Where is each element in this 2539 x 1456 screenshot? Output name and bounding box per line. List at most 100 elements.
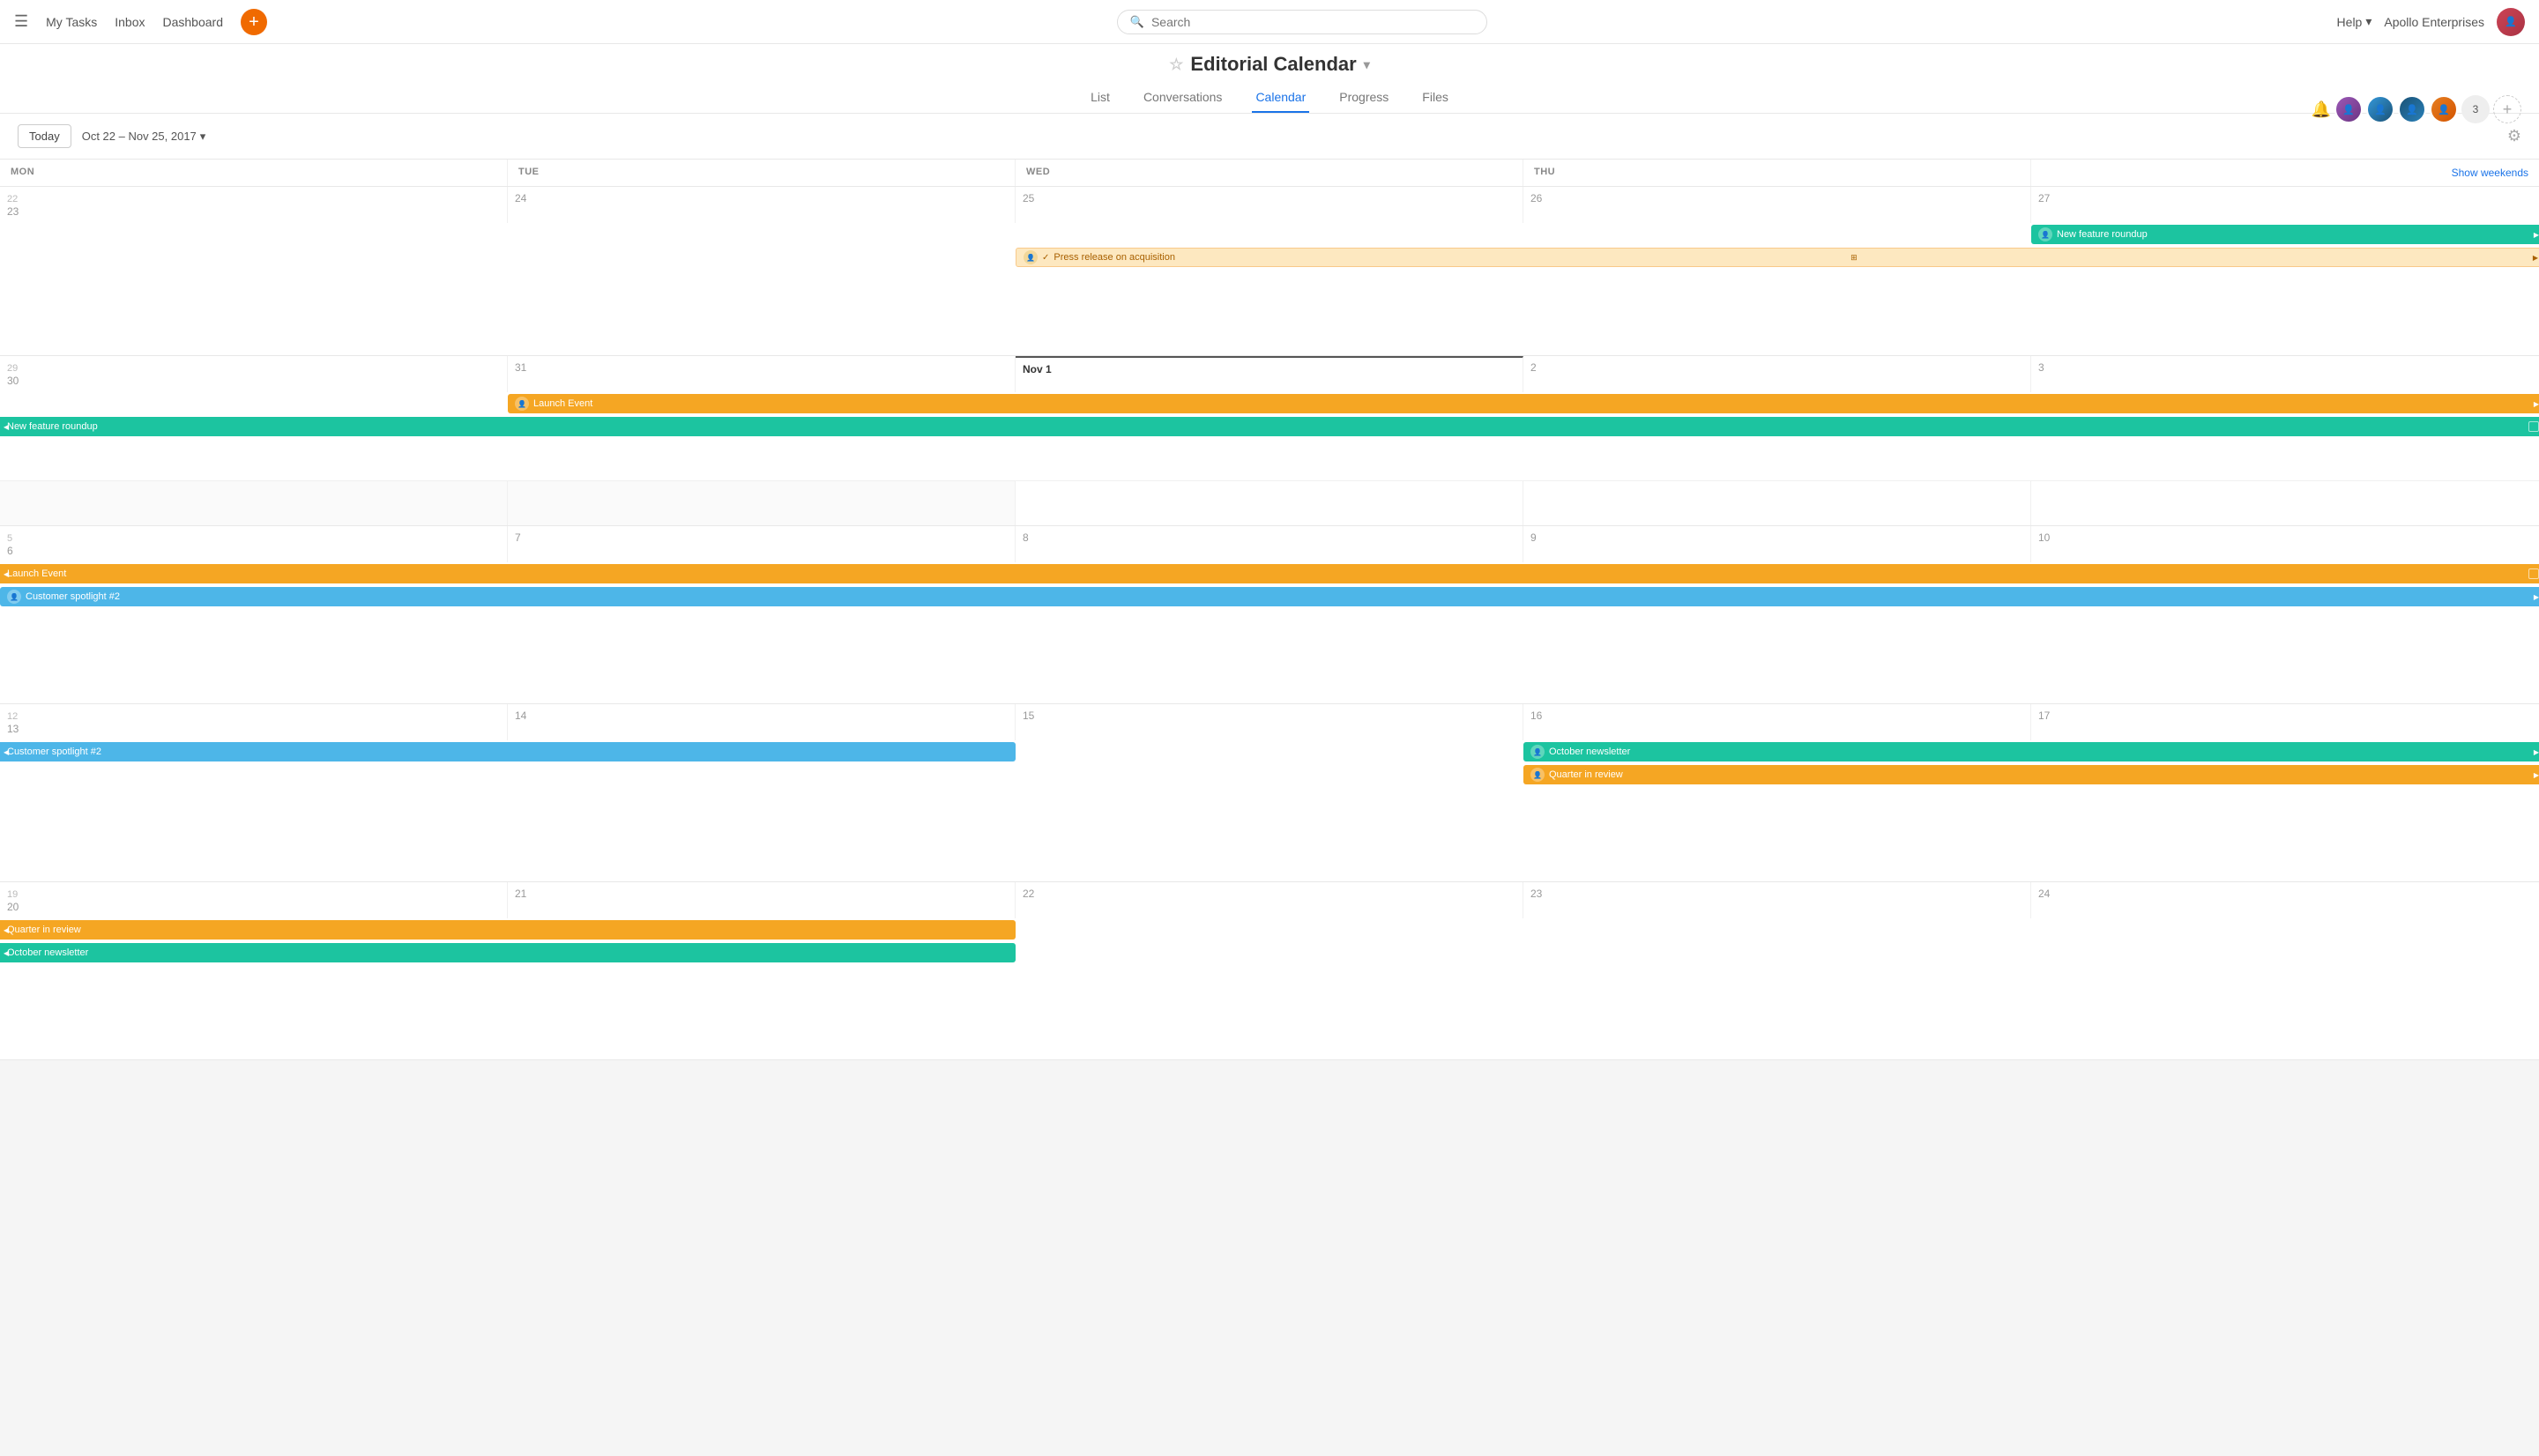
date-cell: 2 bbox=[1523, 356, 2031, 392]
day-number: 24 bbox=[2038, 888, 2532, 900]
event-press-release[interactable]: 👤 ✓ Press release on acquisition ⊞ bbox=[1016, 248, 2539, 267]
day-number: 23 bbox=[7, 205, 500, 218]
day-number: 2 bbox=[1530, 361, 2023, 374]
day-number: 7 bbox=[515, 531, 1008, 544]
collaborator-avatar-2[interactable]: 👤 bbox=[2366, 95, 2394, 123]
day-number: 15 bbox=[1023, 709, 1515, 722]
day-number: 20 bbox=[7, 901, 500, 913]
star-icon[interactable]: ☆ bbox=[1169, 56, 1183, 74]
event-row: ◀ Launch Event bbox=[0, 562, 2539, 585]
chevron-down-icon: ▾ bbox=[2365, 14, 2371, 29]
day-number: 26 bbox=[1530, 192, 2023, 204]
event-quarter-in-review-2[interactable]: ◀ Quarter in review bbox=[0, 920, 1016, 940]
day-number: 10 bbox=[2038, 531, 2532, 544]
day-number: 3 bbox=[2038, 361, 2532, 374]
day-number: 13 bbox=[7, 723, 500, 735]
add-collaborator-button[interactable]: + bbox=[2493, 95, 2521, 123]
event-label: Launch Event bbox=[533, 398, 592, 409]
tab-files[interactable]: Files bbox=[1418, 83, 1452, 113]
date-cell: 21 bbox=[508, 882, 1016, 918]
span-cell: 👤 Launch Event bbox=[508, 394, 2539, 413]
day-number: 23 bbox=[1530, 888, 2023, 900]
event-avatar: 👤 bbox=[1530, 745, 1545, 759]
event-october-newsletter-2[interactable]: ◀ October newsletter bbox=[0, 943, 1016, 962]
event-new-feature-roundup[interactable]: 👤 New feature roundup bbox=[2031, 225, 2539, 244]
nav-inbox[interactable]: Inbox bbox=[115, 15, 145, 29]
collaborator-avatar-4[interactable]: 👤 bbox=[2430, 95, 2458, 123]
event-customer-spotlight[interactable]: 👤 Customer spotlight #2 bbox=[0, 587, 2539, 606]
help-button[interactable]: Help ▾ bbox=[2337, 14, 2372, 29]
calendar-grid: MON TUE WED THU Show weekends 22 23 24 2… bbox=[0, 160, 2539, 1060]
date-range-chevron: ▾ bbox=[200, 130, 206, 144]
day-number: 30 bbox=[7, 375, 500, 387]
event-label: Press release on acquisition bbox=[1054, 252, 1175, 263]
date-cell: 19 20 bbox=[0, 882, 508, 918]
event-october-newsletter[interactable]: 👤 October newsletter bbox=[1523, 742, 2539, 761]
event-launch-event[interactable]: 👤 Launch Event bbox=[508, 394, 2539, 413]
week-2-events: 👤 Launch Event ◀ New feature roundup bbox=[0, 392, 2539, 480]
collaborator-count[interactable]: 3 bbox=[2461, 95, 2490, 123]
event-avatar: 👤 bbox=[515, 397, 529, 411]
date-cell: 31 bbox=[508, 356, 1016, 392]
week-2-outside bbox=[0, 480, 2539, 525]
nav-my-tasks[interactable]: My Tasks bbox=[46, 15, 97, 29]
search-area: 🔍 bbox=[285, 10, 2319, 34]
tab-calendar[interactable]: Calendar bbox=[1252, 83, 1309, 113]
span-cell bbox=[1016, 920, 2539, 940]
date-cell: 26 bbox=[1523, 187, 2031, 223]
event-launch-event-2[interactable]: ◀ Launch Event bbox=[0, 564, 2539, 583]
collaborator-avatar-3[interactable]: 👤 bbox=[2398, 95, 2426, 123]
bell-icon[interactable]: 🔔 bbox=[2312, 100, 2331, 119]
event-avatar: 👤 bbox=[2038, 227, 2052, 241]
event-row: ◀ October newsletter bbox=[0, 941, 2539, 964]
calendar-header: MON TUE WED THU Show weekends bbox=[0, 160, 2539, 187]
event-row: 👤 New feature roundup bbox=[0, 223, 2539, 246]
event-label: Launch Event bbox=[7, 568, 66, 579]
week-5-dates: 19 20 21 22 23 24 bbox=[0, 882, 2539, 918]
span-cell: ◀ Launch Event bbox=[0, 564, 2539, 583]
add-button[interactable]: + bbox=[241, 9, 267, 35]
event-avatar: 👤 bbox=[1530, 768, 1545, 782]
span-cell: 👤 New feature roundup bbox=[2031, 225, 2539, 244]
tab-list[interactable]: List bbox=[1087, 83, 1113, 113]
collaborator-avatar-1[interactable]: 👤 bbox=[2334, 95, 2363, 123]
date-cell: 22 bbox=[1016, 882, 1523, 918]
week-number: 22 bbox=[7, 194, 18, 204]
tab-progress[interactable]: Progress bbox=[1336, 83, 1392, 113]
collaborators-area: 🔔 👤 👤 👤 👤 3 + bbox=[2312, 95, 2521, 123]
title-chevron-icon[interactable]: ▾ bbox=[1364, 57, 1370, 72]
span-cell bbox=[0, 248, 508, 267]
day-number: 16 bbox=[1530, 709, 2023, 722]
week-row-4: 12 13 14 15 16 17 ◀ Customer spotlight #… bbox=[0, 704, 2539, 882]
event-label: New feature roundup bbox=[7, 421, 98, 432]
week-1-dates: 22 23 24 25 26 27 bbox=[0, 187, 2539, 223]
span-cell bbox=[0, 765, 1523, 784]
settings-icon[interactable]: ⚙ bbox=[2507, 127, 2521, 145]
date-cell: 16 bbox=[1523, 704, 2031, 740]
date-range[interactable]: Oct 22 – Nov 25, 2017 ▾ bbox=[82, 130, 206, 144]
event-row: ◀ Customer spotlight #2 👤 October newsle… bbox=[0, 740, 2539, 763]
event-new-feature-roundup-2[interactable]: ◀ New feature roundup bbox=[0, 417, 2539, 436]
date-cell: 7 bbox=[508, 526, 1016, 562]
search-input[interactable] bbox=[1151, 15, 1474, 29]
day-number: 25 bbox=[1023, 192, 1515, 204]
event-label: Customer spotlight #2 bbox=[7, 747, 101, 757]
event-label: Customer spotlight #2 bbox=[26, 591, 120, 602]
week-number: 12 bbox=[7, 711, 18, 722]
hamburger-icon[interactable]: ☰ bbox=[14, 12, 28, 31]
span-cell: ◀ Customer spotlight #2 bbox=[0, 742, 1016, 761]
span-cell bbox=[508, 248, 1016, 267]
event-customer-spotlight-2[interactable]: ◀ Customer spotlight #2 bbox=[0, 742, 1016, 761]
today-button[interactable]: Today bbox=[18, 124, 71, 148]
event-quarter-in-review[interactable]: 👤 Quarter in review bbox=[1523, 765, 2539, 784]
search-bar: 🔍 bbox=[1117, 10, 1487, 34]
show-weekends-button[interactable]: Show weekends bbox=[2031, 160, 2539, 186]
project-title-area: ☆ Editorial Calendar ▾ bbox=[1169, 53, 1369, 76]
date-cell: 24 bbox=[2031, 882, 2539, 918]
org-label[interactable]: Apollo Enterprises bbox=[2384, 15, 2484, 29]
nav-dashboard[interactable]: Dashboard bbox=[162, 15, 223, 29]
project-title: Editorial Calendar bbox=[1190, 53, 1356, 76]
user-avatar[interactable]: 👤 bbox=[2497, 8, 2525, 36]
tab-conversations[interactable]: Conversations bbox=[1140, 83, 1226, 113]
event-label: Quarter in review bbox=[7, 925, 81, 935]
